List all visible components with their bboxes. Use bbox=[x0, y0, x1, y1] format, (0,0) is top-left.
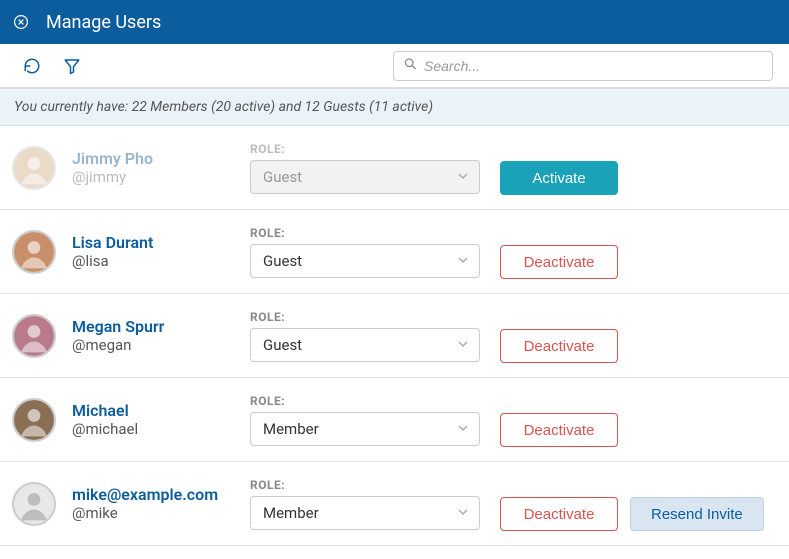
deactivate-button[interactable]: Deactivate bbox=[500, 245, 618, 279]
user-info: Jimmy Pho@jimmy bbox=[72, 149, 242, 186]
user-handle: @jimmy bbox=[72, 168, 242, 186]
role-value: Member bbox=[263, 420, 319, 438]
chevron-down-icon bbox=[457, 168, 469, 186]
role-value: Member bbox=[263, 504, 319, 522]
role-value: Guest bbox=[263, 252, 302, 270]
refresh-icon[interactable] bbox=[16, 50, 48, 82]
user-handle: @michael bbox=[72, 420, 242, 438]
user-info: mike@example.com@mike bbox=[72, 485, 242, 522]
chevron-down-icon bbox=[457, 252, 469, 270]
user-info: Lisa Durant@lisa bbox=[72, 233, 242, 270]
user-name[interactable]: mike@example.com bbox=[72, 485, 242, 504]
avatar bbox=[12, 230, 56, 274]
role-value: Guest bbox=[263, 336, 302, 354]
header-bar: Manage Users bbox=[0, 0, 789, 44]
role-label: ROLE: bbox=[250, 310, 480, 324]
user-name[interactable]: Megan Spurr bbox=[72, 317, 242, 336]
role-label: ROLE: bbox=[250, 226, 480, 240]
user-name[interactable]: Jimmy Pho bbox=[72, 149, 242, 168]
role-block: ROLE: Guest bbox=[250, 226, 480, 278]
user-list: Jimmy Pho@jimmy ROLE: Guest Activate Lisa Du… bbox=[0, 126, 789, 546]
role-label: ROLE: bbox=[250, 394, 480, 408]
action-area: Deactivate bbox=[500, 224, 618, 279]
action-area: Deactivate bbox=[500, 308, 618, 363]
search-input[interactable] bbox=[393, 51, 773, 81]
role-select[interactable]: Member bbox=[250, 496, 480, 530]
close-icon[interactable] bbox=[12, 13, 30, 31]
avatar bbox=[12, 398, 56, 442]
user-row: Lisa Durant@lisa ROLE: Guest Deactivate bbox=[0, 210, 789, 294]
chevron-down-icon bbox=[457, 504, 469, 522]
role-label: ROLE: bbox=[250, 142, 480, 156]
user-name[interactable]: Lisa Durant bbox=[72, 233, 242, 252]
role-value: Guest bbox=[263, 168, 302, 186]
role-block: ROLE: Member bbox=[250, 478, 480, 530]
filter-icon[interactable] bbox=[56, 50, 88, 82]
role-block: ROLE: Guest bbox=[250, 142, 480, 194]
user-info: Megan Spurr@megan bbox=[72, 317, 242, 354]
user-handle: @lisa bbox=[72, 252, 242, 270]
role-block: ROLE: Member bbox=[250, 394, 480, 446]
role-block: ROLE: Guest bbox=[250, 310, 480, 362]
action-area: Activate bbox=[500, 140, 618, 195]
page-title: Manage Users bbox=[46, 12, 161, 33]
resend-invite-button[interactable]: Resend Invite bbox=[630, 497, 764, 531]
action-area: Deactivate Resend Invite bbox=[500, 476, 764, 531]
role-select[interactable]: Guest bbox=[250, 328, 480, 362]
role-select[interactable]: Guest bbox=[250, 244, 480, 278]
user-row: Jimmy Pho@jimmy ROLE: Guest Activate bbox=[0, 126, 789, 210]
summary-bar: You currently have: 22 Members (20 activ… bbox=[0, 88, 789, 126]
user-row: Michael@michael ROLE: Member Deactivate bbox=[0, 378, 789, 462]
role-select: Guest bbox=[250, 160, 480, 194]
role-label: ROLE: bbox=[250, 478, 480, 492]
avatar bbox=[12, 482, 56, 526]
search-field-wrap bbox=[393, 51, 773, 81]
user-handle: @megan bbox=[72, 336, 242, 354]
action-area: Deactivate bbox=[500, 392, 618, 447]
deactivate-button[interactable]: Deactivate bbox=[500, 497, 618, 531]
role-select[interactable]: Member bbox=[250, 412, 480, 446]
user-handle: @mike bbox=[72, 504, 242, 522]
deactivate-button[interactable]: Deactivate bbox=[500, 329, 618, 363]
user-row: Megan Spurr@megan ROLE: Guest Deactivate bbox=[0, 294, 789, 378]
user-info: Michael@michael bbox=[72, 401, 242, 438]
activate-button[interactable]: Activate bbox=[500, 161, 618, 195]
avatar bbox=[12, 146, 56, 190]
chevron-down-icon bbox=[457, 420, 469, 438]
user-name[interactable]: Michael bbox=[72, 401, 242, 420]
deactivate-button[interactable]: Deactivate bbox=[500, 413, 618, 447]
user-row: mike@example.com@mike ROLE: Member Deactiva… bbox=[0, 462, 789, 546]
chevron-down-icon bbox=[457, 336, 469, 354]
toolbar bbox=[0, 44, 789, 88]
avatar bbox=[12, 314, 56, 358]
summary-text: You currently have: 22 Members (20 activ… bbox=[14, 99, 433, 115]
